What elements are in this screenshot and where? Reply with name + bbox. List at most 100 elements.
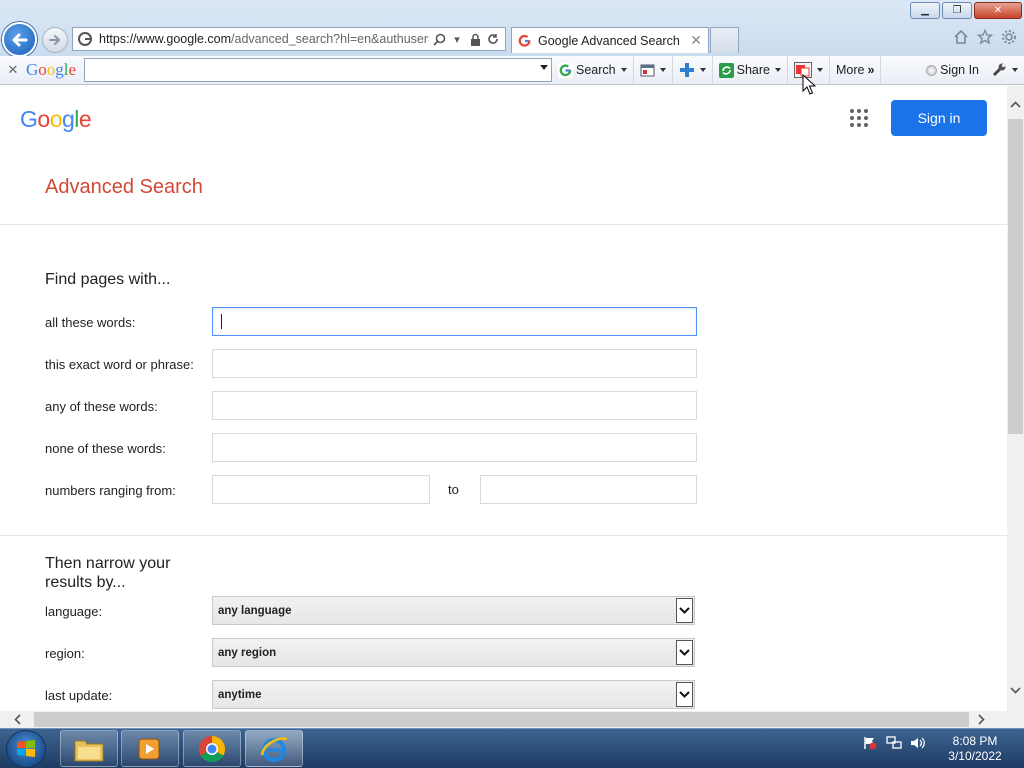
mouse-pointer-icon [802,74,816,95]
caret-down-icon [659,68,666,72]
scroll-down-icon[interactable] [1010,682,1021,697]
folder-icon [74,740,104,761]
windows-logo-icon [17,740,35,757]
scroll-up-icon[interactable] [1010,96,1021,111]
toolbar-sign-in-label: Sign In [940,63,979,77]
scroll-right-icon[interactable] [978,713,985,728]
close-tab-icon[interactable]: ✕ [686,32,702,49]
last-update-select[interactable]: anytime [212,680,695,709]
caret-down-icon [699,68,706,72]
refresh-icon[interactable] [485,31,501,47]
divider [0,535,1007,536]
google-logo[interactable]: Google [20,106,92,133]
favorites-star-icon[interactable] [976,28,994,46]
user-circle-icon [926,64,938,76]
taskbar: 8:08 PM 3/10/2022 [0,728,1024,768]
all-words-label: all these words: [45,315,136,330]
wrench-icon [992,63,1006,77]
minimize-button[interactable]: ▁ [910,2,940,19]
arrow-left-icon [12,33,27,46]
toolbar-more-label: More [835,63,865,77]
caret-down-icon [1012,68,1018,72]
language-select[interactable]: any language [212,596,695,625]
range-to-input[interactable] [480,475,697,504]
number-range-label: numbers ranging from: [45,483,176,498]
browser-right-icons [952,28,1018,46]
all-words-input[interactable] [212,307,697,336]
network-icon[interactable] [886,735,902,751]
last-update-label: last update: [45,688,113,703]
media-player-icon [138,738,160,759]
close-window-button[interactable]: ✕ [974,2,1022,19]
internet-explorer-icon [260,736,288,762]
text-caret [221,314,222,329]
chevron-down-icon[interactable] [676,640,693,665]
arrow-right-icon [49,35,61,45]
toolbar-search-input[interactable] [84,58,552,82]
chevron-down-icon[interactable] [676,598,693,623]
start-button[interactable] [6,730,46,768]
divider [0,224,1007,225]
chrome-icon [198,735,226,762]
narrow-results-heading: Then narrow your results by... [45,555,171,591]
lock-icon[interactable] [467,31,483,47]
address-bar[interactable]: https://www.google.com/advanced_search?h… [72,27,506,51]
region-select[interactable]: any region [212,638,695,667]
toolbar-puzzle-button[interactable] [673,56,713,84]
none-words-input[interactable] [212,433,697,462]
region-label: region: [45,646,85,661]
toolbar-search-button[interactable]: Search [552,56,634,84]
toolbar-settings-button[interactable] [985,56,1024,84]
any-words-input[interactable] [212,391,697,420]
any-words-label: any of these words: [45,399,158,414]
dropdown-arrow-icon[interactable]: ▾ [449,31,465,47]
forward-button[interactable] [42,27,68,53]
toolbar-share-button[interactable]: Share [713,56,788,84]
page-title: Advanced Search [45,176,203,198]
volume-icon[interactable] [910,735,926,751]
url-path: /advanced_search?hl=en&authuser=0 [231,32,429,46]
browser-title-bar: ▁ ❐ ✕ https://www.google.com/advanced_se… [0,0,1024,57]
clock-time: 8:08 PM [952,734,998,748]
range-separator: to [448,482,459,497]
caret-down-icon [774,68,781,72]
toolbar-search-dropdown-icon[interactable] [540,65,548,70]
toolbar-share-label: Share [736,63,770,77]
horizontal-scrollbar[interactable] [0,711,1007,728]
new-tab-button[interactable] [710,27,739,53]
scroll-left-icon[interactable] [14,713,21,728]
tools-gear-icon[interactable] [1000,28,1018,46]
double-chevron-right-icon: » [867,63,875,77]
toolbar-google-logo: Google [26,60,77,79]
vertical-scrollbar[interactable] [1007,86,1024,711]
restore-button[interactable]: ❐ [942,2,972,19]
back-button[interactable] [2,22,37,57]
toolbar-close-icon[interactable]: ✕ [0,62,26,78]
exact-phrase-input[interactable] [212,349,697,378]
taskbar-explorer-button[interactable] [60,730,118,767]
action-center-flag-icon[interactable] [862,735,878,751]
url-domain: https://www.google.com [99,32,232,46]
sign-in-button[interactable]: Sign in [891,100,987,136]
chevron-down-icon[interactable] [676,682,693,707]
taskbar-ie-button[interactable] [245,730,303,767]
exact-phrase-label: this exact word or phrase: [45,357,194,372]
range-from-input[interactable] [212,475,430,504]
toolbar-sign-in-button[interactable]: Sign In [920,56,985,84]
system-clock[interactable]: 8:08 PM 3/10/2022 [940,734,1010,764]
tab-google-advanced-search[interactable]: Google Advanced Search ✕ [511,27,709,53]
clock-date: 3/10/2022 [948,749,1002,763]
taskbar-chrome-button[interactable] [183,730,241,767]
home-icon[interactable] [952,28,970,46]
toolbar-more-button[interactable]: More» [830,56,882,84]
share-icon [718,62,734,78]
toolbar-popup-blocker-button[interactable] [634,56,673,84]
vertical-scroll-thumb[interactable] [1008,119,1023,434]
caret-down-icon [620,68,627,72]
search-icon[interactable] [431,31,447,47]
horizontal-scroll-thumb[interactable] [34,712,969,727]
apps-grid-icon[interactable] [850,109,868,127]
window-icon [640,64,655,76]
taskbar-media-player-button[interactable] [121,730,179,767]
find-pages-heading: Find pages with... [45,271,171,288]
